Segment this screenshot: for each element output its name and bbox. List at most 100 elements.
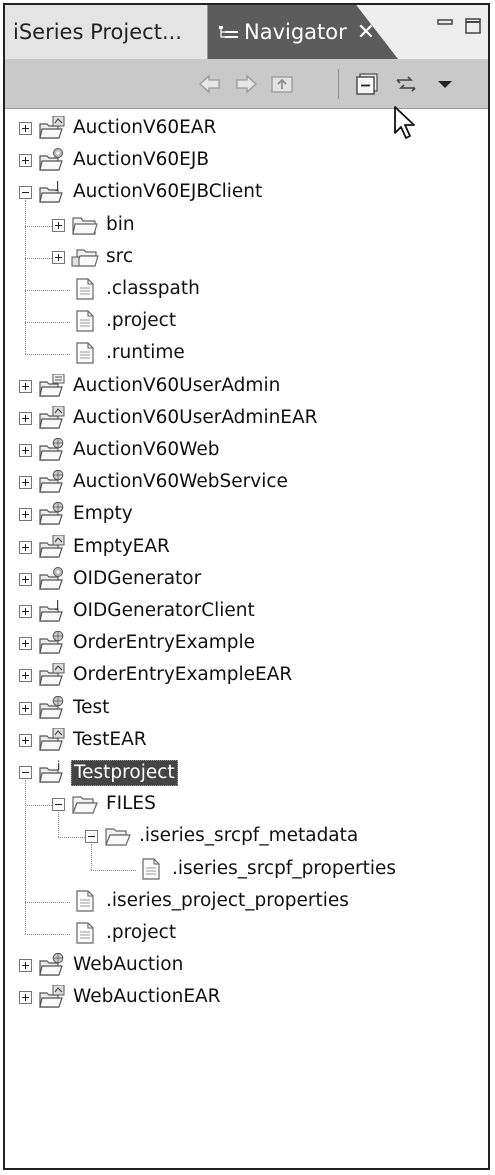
tree-project-item[interactable]: WebAuctionEAR	[5, 982, 485, 1014]
tab-iseries-projects[interactable]: iSeries Project...	[5, 5, 208, 59]
tree-file-item[interactable]: .iseries_srcpf_properties	[5, 854, 485, 886]
tree-project-item[interactable]: OIDGenerator	[5, 564, 485, 596]
expand-icon[interactable]	[19, 637, 32, 651]
expand-icon[interactable]	[19, 605, 32, 618]
view-menu-icon[interactable]	[432, 71, 458, 97]
expand-icon[interactable]	[19, 733, 32, 747]
back-arrow-icon[interactable]	[197, 71, 223, 97]
tree-connector	[25, 354, 70, 356]
project-folder-icon: J	[38, 179, 66, 204]
svg-text:J: J	[55, 599, 59, 611]
expand-icon[interactable]	[19, 476, 32, 490]
collapse-icon[interactable]	[19, 186, 32, 200]
file-icon	[71, 341, 99, 365]
expand-icon[interactable]	[19, 701, 32, 715]
tree-connector	[25, 225, 52, 227]
expand-icon[interactable]	[19, 959, 32, 973]
expand-icon[interactable]	[19, 540, 32, 554]
tree-connector	[91, 869, 136, 871]
expand-icon[interactable]	[52, 250, 65, 264]
project-folder-icon	[38, 727, 66, 752]
tree-connector	[58, 837, 85, 839]
tree-file-item[interactable]: .project	[5, 918, 485, 950]
tree-connector	[25, 901, 70, 903]
tree-connector	[25, 780, 26, 934]
tree-file-item[interactable]: .project	[5, 306, 485, 338]
tree-item-label: src	[106, 245, 134, 267]
minimize-icon[interactable]	[436, 17, 454, 35]
expand-icon[interactable]	[19, 411, 32, 425]
tree-project-item[interactable]: AuctionV60UserAdmin	[5, 371, 485, 403]
tree-folder-item[interactable]: FILES	[5, 789, 485, 821]
project-folder-icon	[38, 502, 66, 526]
tree-project-item[interactable]: J AuctionV60EJBClient	[5, 177, 485, 209]
source-folder-icon	[71, 245, 99, 269]
tree-project-item[interactable]: Empty	[5, 499, 485, 531]
tree-project-item[interactable]: OrderEntryExampleEAR	[5, 660, 485, 692]
tree-project-item[interactable]: J OIDGeneratorClient	[5, 596, 485, 628]
collapse-all-icon[interactable]	[354, 71, 380, 97]
tree-project-item[interactable]: EmptyEAR	[5, 532, 485, 564]
expand-icon[interactable]	[52, 218, 65, 232]
close-tab-icon[interactable]: ✕	[357, 20, 375, 45]
up-folder-icon[interactable]	[269, 71, 295, 97]
tree-folder-item[interactable]: src	[5, 242, 485, 274]
file-icon	[137, 857, 165, 881]
link-with-editor-icon[interactable]	[393, 71, 419, 97]
tree-item-label: Test	[73, 696, 110, 718]
tree-connector	[25, 200, 26, 355]
file-icon	[71, 921, 99, 945]
view-toolbar	[5, 59, 488, 109]
expand-icon[interactable]	[19, 669, 32, 683]
project-folder-icon	[38, 469, 66, 494]
file-icon	[71, 277, 99, 301]
collapse-icon[interactable]	[85, 830, 98, 844]
tree-project-item[interactable]: Test	[5, 693, 485, 725]
tree-item-label: AuctionV60Web	[73, 439, 220, 460]
expand-icon[interactable]	[19, 508, 32, 522]
tree-item-label: TestEAR	[73, 728, 147, 750]
tree-item-label: WebAuction	[73, 954, 184, 976]
tree-project-item[interactable]: OrderEntryExample	[5, 628, 485, 660]
maximize-icon[interactable]	[464, 17, 482, 35]
expand-icon[interactable]	[19, 154, 32, 168]
tree-project-item[interactable]: AuctionV60Web	[5, 435, 485, 467]
tree-project-item[interactable]: WebAuction	[5, 950, 485, 982]
tree-project-item[interactable]: AuctionV60WebService	[5, 467, 485, 499]
expand-icon[interactable]	[19, 572, 32, 586]
project-folder-icon	[38, 952, 66, 977]
tree-connector	[25, 290, 70, 291]
tree-project-item[interactable]: AuctionV60UserAdminEAR	[5, 403, 485, 435]
tab-label: iSeries Project...	[13, 20, 182, 44]
tree-item-label: .iseries_project_properties	[106, 889, 349, 911]
tree-file-item[interactable]: .runtime	[5, 338, 485, 370]
tree-item-label: bin	[106, 213, 135, 235]
svg-text:J: J	[55, 180, 59, 192]
expand-icon[interactable]	[19, 379, 32, 393]
expand-icon[interactable]	[19, 444, 32, 457]
tree-item-label: AuctionV60UserAdminEAR	[73, 406, 318, 428]
collapse-icon[interactable]	[19, 766, 32, 779]
project-folder-icon	[38, 437, 66, 462]
expand-icon[interactable]	[19, 122, 32, 135]
forward-arrow-icon[interactable]	[233, 71, 259, 97]
tree-file-item[interactable]: .classpath	[5, 274, 485, 306]
tree-folder-item[interactable]: bin	[5, 210, 485, 242]
tree-connector	[58, 812, 59, 838]
tree-file-item[interactable]: .iseries_project_properties	[5, 886, 485, 918]
project-folder-icon: i	[38, 759, 66, 784]
tree-item-label: Testproject	[71, 760, 178, 786]
expand-icon[interactable]	[19, 991, 32, 1005]
toolbar-separator	[338, 69, 339, 99]
tab-navigator[interactable]: Navigator ✕	[208, 5, 398, 59]
tree-connector	[25, 322, 70, 324]
tree-project-item[interactable]: TestEAR	[5, 725, 485, 757]
view-tab-bar: iSeries Project... Navigator ✕	[5, 5, 488, 59]
project-folder-icon	[38, 630, 66, 655]
tree-project-item[interactable]: i Testproject	[5, 757, 485, 789]
project-folder-icon	[38, 534, 66, 559]
collapse-icon[interactable]	[52, 798, 65, 812]
project-folder-icon	[38, 662, 66, 687]
window-controls	[436, 17, 482, 35]
tree-project-item[interactable]: AuctionV60EJB	[5, 145, 485, 177]
